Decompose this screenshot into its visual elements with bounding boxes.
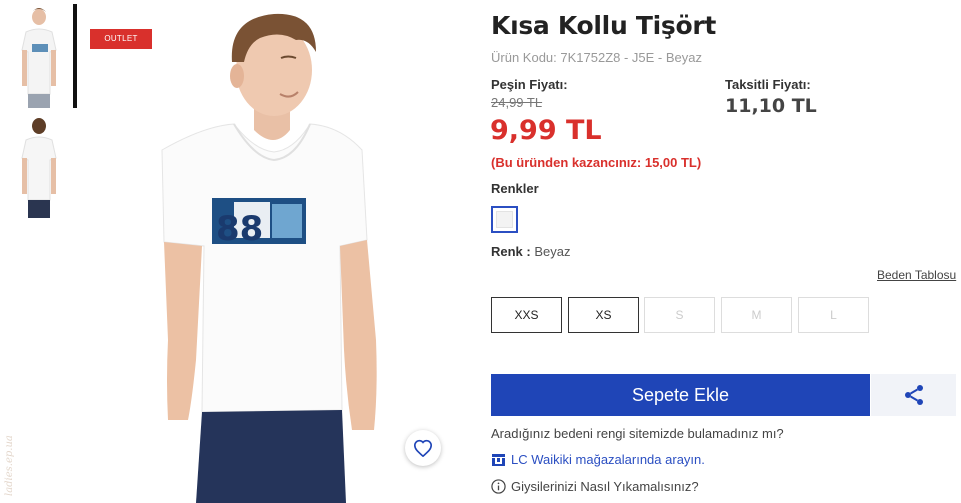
thumbnail-back[interactable] (12, 114, 66, 218)
size-not-found-text: Aradığınız bedeni rengi sitemizde bulama… (491, 426, 784, 441)
thumbnail-front[interactable] (12, 4, 66, 108)
store-search-link[interactable]: LC Waikiki mağazalarında arayın. (491, 452, 705, 467)
cash-price-label: Peşin Fiyatı: (491, 77, 568, 92)
savings-text: (Bu üründen kazancınız: 15,00 TL) (491, 155, 702, 170)
selected-color-label: Renk : (491, 244, 531, 259)
colors-label: Renkler (491, 181, 539, 196)
size-option-xxs[interactable]: XXS (491, 297, 562, 333)
product-code: Ürün Kodu: 7K1752Z8 - J5E - Beyaz (491, 50, 703, 65)
product-image: 88 (84, 0, 456, 503)
washing-guide-link[interactable]: Giysilerinizi Nasıl Yıkamalısınız? (491, 479, 699, 494)
outlet-badge: OUTLET (90, 29, 152, 49)
product-title: Kısa Kollu Tişört (491, 11, 717, 40)
watermark: ladies.ep.ua (4, 435, 15, 496)
info-icon (491, 479, 506, 494)
share-icon (904, 385, 923, 405)
tshirt-print-text: 88 (216, 209, 263, 249)
heart-icon (413, 439, 433, 457)
installment-price: 11,10 TL (725, 95, 817, 117)
store-search-label: LC Waikiki mağazalarında arayın. (511, 452, 705, 467)
store-icon (492, 453, 505, 466)
old-price: 24,99 TL (491, 95, 543, 110)
size-chart-link[interactable]: Beden Tablosu (877, 268, 956, 282)
size-option-m[interactable]: M (721, 297, 792, 333)
installment-price-label: Taksitli Fiyatı: (725, 77, 811, 92)
size-option-l[interactable]: L (798, 297, 869, 333)
swatch-fill (496, 211, 513, 228)
favorite-button[interactable] (405, 430, 441, 466)
thumbnail-active-indicator (73, 4, 77, 108)
size-option-xs[interactable]: XS (568, 297, 639, 333)
add-to-cart-button[interactable]: Sepete Ekle (491, 374, 870, 416)
share-button[interactable] (871, 374, 956, 416)
current-price: 9,99 TL (490, 115, 602, 146)
size-option-s[interactable]: S (644, 297, 715, 333)
selected-color-value: Beyaz (534, 244, 571, 259)
washing-guide-label: Giysilerinizi Nasıl Yıkamalısınız? (511, 479, 699, 494)
selected-color: Renk : Beyaz (491, 244, 571, 259)
color-swatch-white[interactable] (491, 206, 518, 233)
